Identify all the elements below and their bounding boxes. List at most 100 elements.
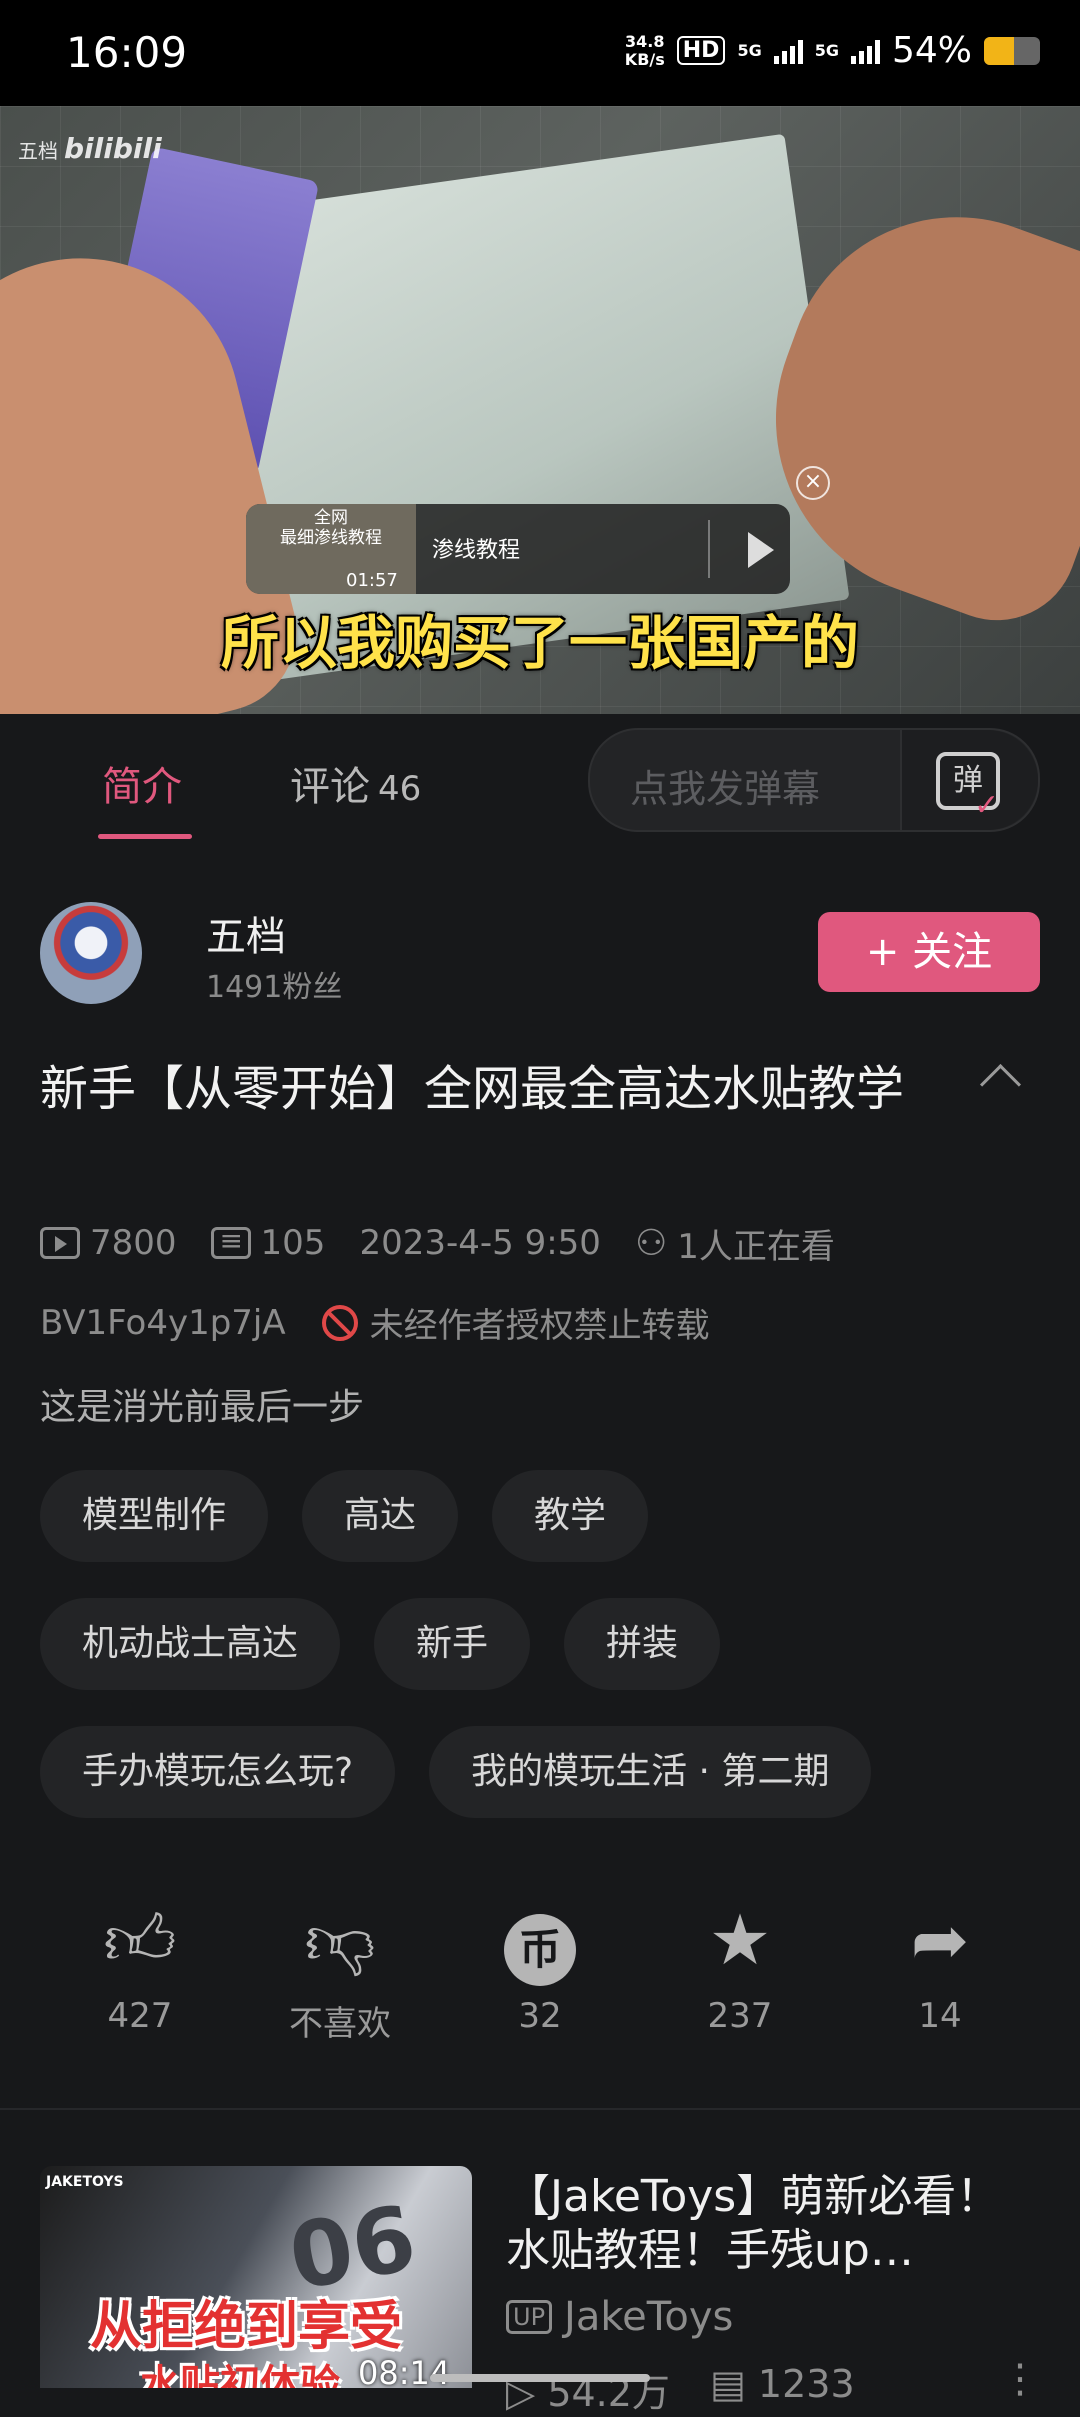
tab-active-indicator bbox=[98, 834, 192, 839]
battery-percent: 54% bbox=[891, 30, 972, 71]
danmaku-count-icon bbox=[210, 1224, 251, 1259]
section-divider bbox=[0, 2108, 1080, 2110]
video-id-row: BV1Fo4y1p7jA 未经作者授权禁止转载 bbox=[40, 1298, 710, 1347]
popup-thumbnail: 全网 最细渗线教程 01:57 bbox=[246, 504, 416, 594]
recommended-danmaku: ▤ 1233 bbox=[709, 2362, 855, 2406]
coin-button[interactable]: 币 32 bbox=[440, 1900, 640, 2045]
danmaku-stat: 105 bbox=[210, 1223, 326, 1263]
status-icons: 34.8 KB/s HD 5G 5G 54% bbox=[625, 30, 1040, 71]
tab-comments[interactable]: 评论 46 bbox=[290, 754, 421, 812]
chevron-up-icon[interactable] bbox=[979, 1063, 1022, 1106]
popup-title: 渗线教程 bbox=[432, 538, 521, 563]
tag[interactable]: 模型制作 bbox=[40, 1470, 269, 1562]
popup-divider bbox=[708, 520, 710, 578]
avatar[interactable] bbox=[40, 902, 142, 1004]
share-icon: ➦ bbox=[910, 1899, 970, 1981]
play-count-icon bbox=[40, 1227, 80, 1259]
danmaku-placeholder: 点我发弹幕 bbox=[630, 767, 821, 811]
check-icon: ✓ bbox=[974, 788, 1000, 823]
like-count: 427 bbox=[107, 1996, 173, 2036]
network-speed-value: 34.8 bbox=[625, 31, 665, 51]
bvid[interactable]: BV1Fo4y1p7jA bbox=[40, 1303, 286, 1343]
recommended-views: ▷ 54.2万 bbox=[506, 2371, 670, 2415]
dislike-label: 不喜欢 bbox=[289, 2004, 391, 2044]
tag[interactable]: 高达 bbox=[302, 1470, 459, 1562]
share-button[interactable]: ➦ 14 bbox=[840, 1900, 1040, 2045]
tag[interactable]: 手办模玩怎么玩? bbox=[40, 1726, 396, 1818]
popup-thumb-text: 全网 最细渗线教程 bbox=[280, 508, 382, 548]
author-fans: 1491粉丝 bbox=[206, 970, 343, 1005]
danmaku-input[interactable]: 点我发弹幕 弹 ✓ bbox=[588, 728, 1040, 832]
tag-row: 模型制作 高达 教学 bbox=[40, 1470, 1050, 1562]
detail-tabs: 简介 评论 46 点我发弹幕 弹 ✓ bbox=[0, 714, 1080, 854]
signal-bars-icon bbox=[773, 38, 803, 64]
signal-label-1: 5G bbox=[737, 41, 762, 60]
video-description: 这是消光前最后一步 bbox=[40, 1387, 365, 1428]
watermark-brand: bilibili bbox=[64, 132, 162, 165]
tag[interactable]: 教学 bbox=[492, 1470, 649, 1562]
thumbs-up-icon: 👍︎ bbox=[103, 1899, 177, 1981]
like-button[interactable]: 👍︎ 427 bbox=[40, 1900, 240, 2045]
thumb-logo: JAKETOYS bbox=[46, 2174, 124, 2190]
signal-label-2: 5G bbox=[814, 41, 839, 60]
star-icon: ★ bbox=[708, 1899, 772, 1981]
more-options-icon[interactable]: ⋮ bbox=[1000, 2356, 1040, 2402]
clock: 16:09 bbox=[66, 28, 188, 77]
recommended-title[interactable]: 【JakeToys】萌新必看！水贴教程！手残up… bbox=[506, 2170, 1040, 2280]
recommended-stats: ▷ 54.2万 ▤ 1233 bbox=[506, 2362, 855, 2417]
recommended-video[interactable]: JAKETOYS 06 从拒绝到享受 水贴初体验 08:14 【JakeToys… bbox=[40, 2166, 1040, 2415]
views-count: 7800 bbox=[90, 1223, 177, 1263]
author-row: 五档 1491粉丝 + 关注 bbox=[40, 900, 1040, 1010]
close-icon[interactable]: × bbox=[796, 466, 830, 500]
action-bar: 👍︎ 427 👎︎ 不喜欢 币 32 ★ 237 ➦ 14 bbox=[40, 1900, 1040, 2045]
favorite-count: 237 bbox=[707, 1996, 773, 2036]
views-stat: 7800 bbox=[40, 1223, 177, 1263]
copyright-text: 未经作者授权禁止转载 bbox=[369, 1306, 710, 1346]
people-icon: ⚇ bbox=[634, 1222, 668, 1264]
recommended-thumbnail[interactable]: JAKETOYS 06 从拒绝到享受 水贴初体验 08:14 bbox=[40, 2166, 472, 2388]
uploader-name: JakeToys bbox=[564, 2294, 734, 2340]
tag[interactable]: 新手 bbox=[374, 1598, 531, 1690]
popup-duration: 01:57 bbox=[346, 570, 398, 591]
tag[interactable]: 拼装 bbox=[564, 1598, 721, 1690]
tag[interactable]: 我的模玩生活 · 第二期 bbox=[429, 1726, 872, 1818]
tab-intro-label: 简介 bbox=[102, 764, 182, 810]
play-icon[interactable] bbox=[748, 532, 774, 568]
watermark-author: 五档 bbox=[18, 139, 58, 163]
signal-bars-icon-2 bbox=[850, 38, 880, 64]
copyright-notice: 未经作者授权禁止转载 bbox=[321, 1298, 710, 1347]
related-video-popup[interactable]: 全网 最细渗线教程 01:57 渗线教程 bbox=[246, 504, 790, 594]
thumb-caption: 从拒绝到享受 bbox=[90, 2297, 403, 2357]
favorite-button[interactable]: ★ 237 bbox=[640, 1900, 840, 2045]
watching-count: 1人正在看 bbox=[677, 1226, 835, 1267]
danmaku-count: 105 bbox=[260, 1223, 326, 1263]
tab-intro[interactable]: 简介 bbox=[98, 754, 192, 839]
thumbs-down-icon: 👎︎ bbox=[304, 1899, 376, 1981]
video-subtitle: 所以我购买了一张国产的 bbox=[220, 609, 859, 677]
coin-icon: 币 bbox=[504, 1914, 576, 1986]
status-bar: 16:09 34.8 KB/s HD 5G 5G 54% bbox=[0, 0, 1080, 106]
network-speed: 34.8 KB/s bbox=[624, 31, 665, 69]
video-player[interactable]: 水贴 五档bilibili × 全网 最细渗线教程 01:57 渗线教程 所以我… bbox=[0, 106, 1080, 714]
recommended-duration: 08:14 bbox=[358, 2354, 451, 2388]
share-count: 14 bbox=[918, 1996, 962, 2036]
home-indicator[interactable] bbox=[430, 2374, 650, 2382]
video-title: 新手【从零开始】全网最全高达水贴教学 bbox=[40, 1061, 905, 1117]
recommended-danmaku-value: 1233 bbox=[757, 2362, 855, 2406]
prohibited-icon bbox=[321, 1304, 358, 1341]
recommended-uploader[interactable]: UP JakeToys bbox=[506, 2294, 733, 2340]
coin-count: 32 bbox=[518, 1996, 562, 2036]
follow-button[interactable]: + 关注 bbox=[818, 912, 1040, 992]
network-speed-unit: KB/s bbox=[624, 49, 665, 69]
video-watermark: 五档 bilibili bbox=[18, 132, 162, 165]
battery-icon bbox=[984, 36, 1040, 65]
watching-stat: ⚇ 1人正在看 bbox=[635, 1219, 835, 1268]
coin-icon-wrap: 币 bbox=[440, 1900, 640, 1986]
tab-comments-label: 评论 bbox=[290, 764, 370, 810]
danmaku-toggle-button[interactable]: 弹 ✓ bbox=[900, 730, 1038, 830]
author-name[interactable]: 五档 bbox=[206, 904, 286, 962]
tag-row: 机动战士高达 新手 拼装 bbox=[40, 1598, 1050, 1690]
dislike-button[interactable]: 👎︎ 不喜欢 bbox=[240, 1900, 440, 2045]
tag[interactable]: 机动战士高达 bbox=[40, 1598, 341, 1690]
up-icon: UP bbox=[506, 2300, 553, 2334]
